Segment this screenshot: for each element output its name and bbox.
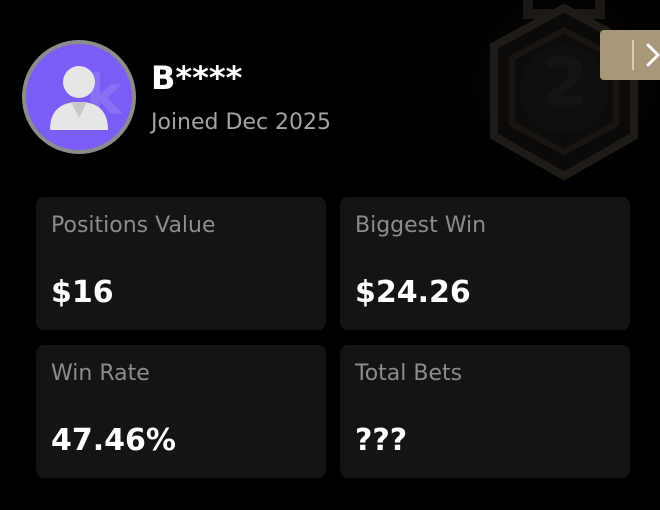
stat-value: ???	[355, 423, 408, 458]
stat-card-biggest-win: Biggest Win $24.26	[340, 197, 630, 330]
stat-value: 47.46%	[51, 423, 176, 458]
stat-label: Total Bets	[355, 361, 463, 386]
stat-card-positions-value: Positions Value $16	[36, 197, 326, 330]
stat-card-win-rate: Win Rate 47.46%	[36, 345, 326, 478]
joined-date: Joined Dec 2025	[151, 110, 332, 135]
username: B****	[151, 59, 243, 97]
stat-label: Win Rate	[51, 361, 150, 386]
chevron-right-icon	[646, 43, 660, 67]
next-button[interactable]	[600, 30, 660, 80]
user-icon: k	[50, 64, 123, 130]
avatar[interactable]: k	[22, 40, 136, 154]
avatar-image: k	[26, 44, 132, 150]
stat-label: Positions Value	[51, 213, 216, 238]
stat-value: $24.26	[355, 275, 471, 310]
divider	[632, 40, 634, 70]
profile-panel: 2 k B**** Joined Dec 2025 Positions Valu…	[0, 0, 660, 510]
stat-label: Biggest Win	[355, 213, 487, 238]
stat-card-total-bets: Total Bets ???	[340, 345, 630, 478]
rank-number: 2	[542, 44, 588, 121]
stat-value: $16	[51, 275, 114, 310]
